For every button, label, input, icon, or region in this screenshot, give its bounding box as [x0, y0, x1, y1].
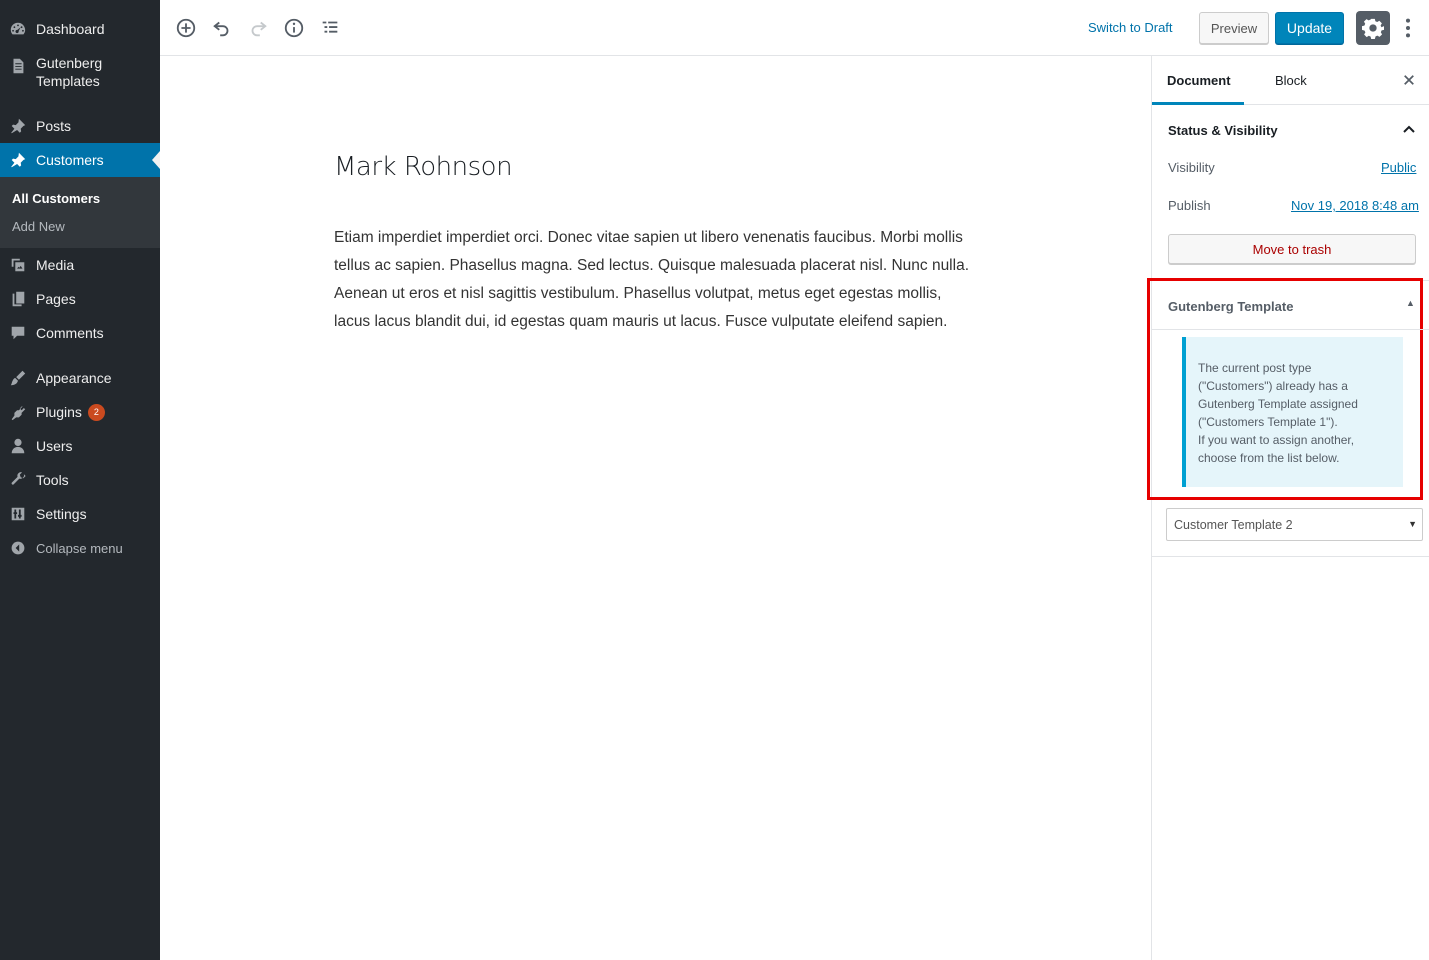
- preview-button[interactable]: Preview: [1199, 12, 1269, 44]
- notice-line: The current post type: [1198, 361, 1312, 375]
- notice-line: choose from the list below.: [1198, 451, 1340, 465]
- editor-toolbar: Switch to Draft Preview Update: [160, 0, 1429, 56]
- notice-line: ("Customers Template 1").: [1198, 415, 1338, 429]
- menu-label: Plugins: [36, 404, 82, 420]
- media-icon: [0, 256, 36, 274]
- outline-icon[interactable]: [318, 16, 342, 40]
- customers-submenu: All Customers Add New: [0, 177, 160, 248]
- comments-icon: [0, 324, 36, 342]
- document-icon: [0, 54, 36, 75]
- panel-divider: [1152, 556, 1429, 557]
- menu-label: Appearance: [36, 370, 112, 386]
- collapse-menu-button[interactable]: Collapse menu: [0, 531, 160, 565]
- tab-block[interactable]: Block: [1244, 56, 1314, 105]
- brush-icon: [0, 369, 36, 387]
- publish-date-toggle[interactable]: Nov 19, 2018 8:48 am: [1291, 198, 1419, 213]
- gutenberg-template-panel-title[interactable]: Gutenberg Template: [1168, 299, 1293, 314]
- move-to-trash-button[interactable]: Move to trash: [1168, 234, 1416, 264]
- tab-document[interactable]: Document: [1152, 56, 1244, 105]
- caret-up-icon[interactable]: ▲: [1406, 298, 1415, 308]
- menu-label: Pages: [36, 291, 76, 307]
- settings-button[interactable]: [1356, 11, 1390, 45]
- dashboard-icon: [0, 20, 36, 38]
- switch-to-draft-button[interactable]: Switch to Draft: [1088, 20, 1173, 35]
- update-button[interactable]: Update: [1275, 12, 1344, 44]
- menu-item-appearance[interactable]: Appearance: [0, 361, 160, 395]
- menu-item-customers[interactable]: Customers: [0, 143, 160, 177]
- more-options-button[interactable]: [1398, 14, 1418, 42]
- close-icon: [1404, 75, 1414, 85]
- visibility-toggle[interactable]: Public: [1381, 160, 1416, 175]
- menu-item-posts[interactable]: Posts: [0, 109, 160, 143]
- redo-icon[interactable]: [246, 16, 270, 40]
- menu-item-settings[interactable]: Settings: [0, 497, 160, 531]
- menu-item-tools[interactable]: Tools: [0, 463, 160, 497]
- collapse-icon: [0, 540, 36, 556]
- info-icon[interactable]: [282, 16, 306, 40]
- chevron-down-icon: ▼: [1408, 519, 1417, 529]
- settings-sliders-icon: [0, 505, 36, 523]
- post-paragraph-block[interactable]: Etiam imperdiet imperdiet orci. Donec vi…: [334, 224, 974, 336]
- publish-label: Publish: [1168, 198, 1211, 213]
- menu-label: Users: [36, 438, 73, 454]
- more-vertical-icon: [1405, 18, 1411, 38]
- plugins-update-badge: 2: [87, 403, 105, 421]
- panel-divider: [1152, 329, 1429, 330]
- users-icon: [0, 437, 36, 455]
- menu-label: Gutenberg Templates: [36, 55, 103, 89]
- template-notice: The current post type ("Customers") alre…: [1182, 337, 1403, 487]
- menu-label: Dashboard: [36, 21, 105, 37]
- admin-menu: Dashboard Gutenberg Templates Posts Cust…: [0, 0, 160, 960]
- plugin-icon: [0, 403, 36, 421]
- menu-item-dashboard[interactable]: Dashboard: [0, 12, 160, 46]
- pin-icon: [0, 117, 36, 135]
- menu-label: Tools: [36, 472, 69, 488]
- menu-label: Media: [36, 257, 75, 273]
- status-visibility-panel-title[interactable]: Status & Visibility: [1168, 123, 1278, 138]
- undo-icon[interactable]: [210, 16, 234, 40]
- add-block-icon[interactable]: [174, 16, 198, 40]
- menu-item-gutenberg-templates[interactable]: Gutenberg Templates: [0, 50, 160, 98]
- post-title[interactable]: Mark Rohnson: [334, 152, 513, 182]
- visibility-label: Visibility: [1168, 160, 1215, 175]
- wrench-icon: [0, 471, 36, 489]
- gear-icon: [1362, 18, 1384, 39]
- menu-label: Settings: [36, 506, 87, 522]
- settings-sidebar: Document Block Status & Visibility Visib…: [1147, 56, 1429, 960]
- notice-line: If you want to assign another,: [1198, 433, 1355, 447]
- menu-label: Collapse menu: [36, 540, 123, 556]
- template-select-value: Customer Template 2: [1174, 517, 1293, 532]
- close-sidebar-button[interactable]: [1400, 71, 1418, 89]
- submenu-all-customers[interactable]: All Customers: [12, 191, 100, 206]
- chevron-up-icon[interactable]: [1402, 122, 1416, 141]
- menu-item-media[interactable]: Media: [0, 248, 160, 282]
- menu-item-plugins[interactable]: Plugins 2: [0, 395, 160, 429]
- sidebar-tabs: Document Block: [1152, 56, 1429, 105]
- menu-item-users[interactable]: Users: [0, 429, 160, 463]
- notice-line: Gutenberg Template assigned: [1198, 397, 1358, 411]
- menu-item-comments[interactable]: Comments: [0, 316, 160, 350]
- notice-line: ("Customers") already has a: [1198, 379, 1348, 393]
- menu-label: Comments: [36, 325, 104, 341]
- menu-label: Posts: [36, 118, 72, 134]
- menu-label: Customers: [36, 152, 104, 168]
- submenu-add-new[interactable]: Add New: [12, 219, 65, 234]
- menu-item-pages[interactable]: Pages: [0, 282, 160, 316]
- template-select[interactable]: Customer Template 2 ▼: [1166, 508, 1423, 541]
- pages-icon: [0, 290, 36, 308]
- pin-icon: [0, 151, 36, 169]
